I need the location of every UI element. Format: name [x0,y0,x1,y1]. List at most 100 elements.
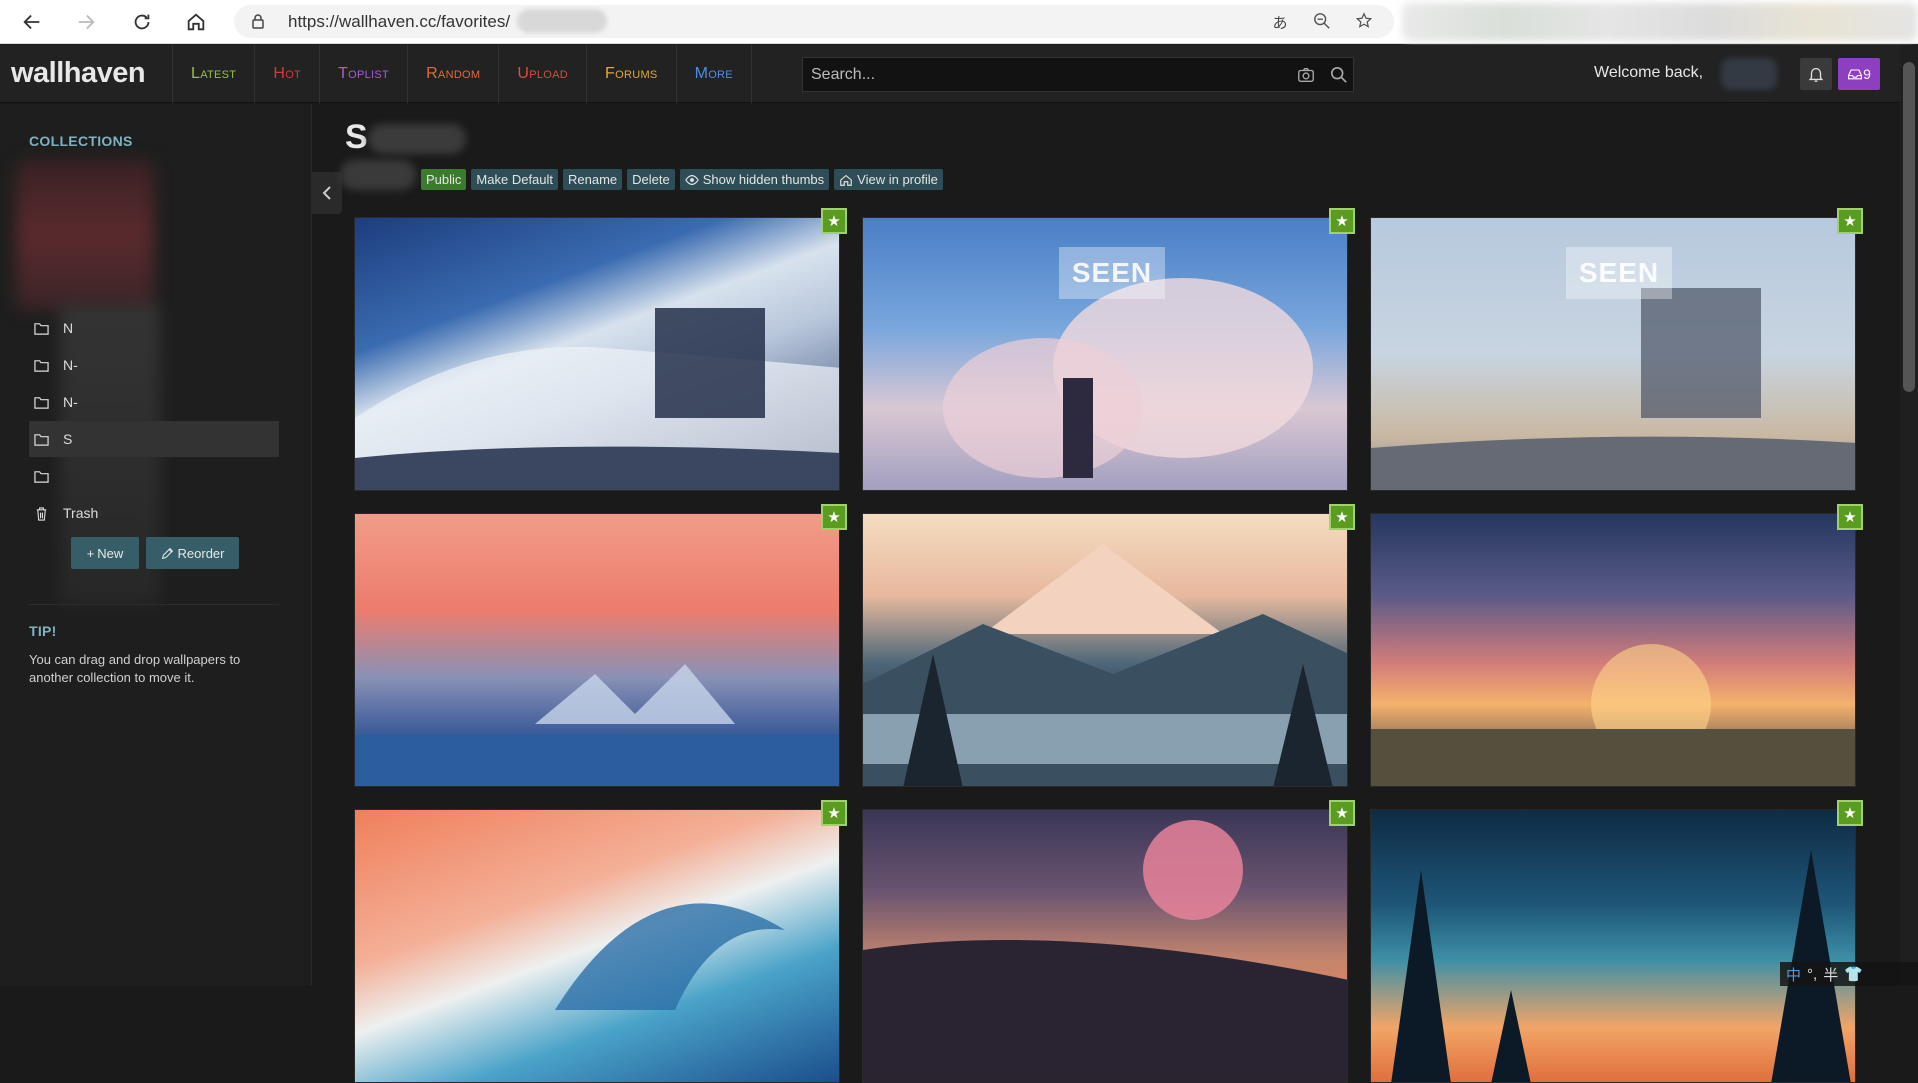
collection-item[interactable]: N [29,310,279,346]
search-icon[interactable] [1328,64,1350,86]
seen-badge: SEEN [1059,247,1165,299]
inbox-button[interactable]: 9 [1838,58,1880,90]
rename-button[interactable]: Rename [563,169,623,190]
collection-trash[interactable]: Trash [29,495,279,531]
url-text[interactable]: https://wallhaven.cc/favorites/ [288,12,510,32]
menu-upload[interactable]: Upload [498,45,586,103]
wallpaper-thumb[interactable] [1370,809,1856,1083]
search-bar [802,57,1354,92]
collection-item-active[interactable]: S [29,421,279,457]
star-icon[interactable]: ★ [821,800,847,826]
folder-icon [34,433,49,446]
seen-badge: SEEN [1566,247,1672,299]
wallpaper-thumb[interactable] [354,217,840,491]
logo[interactable]: wallhaven [11,57,146,90]
divider [29,604,279,605]
ime-lang[interactable]: 中 [1786,964,1801,985]
back-arrow-icon[interactable] [16,6,48,38]
wallpaper-thumb[interactable] [354,513,840,787]
wallpaper-image [355,308,839,490]
forward-arrow-icon[interactable] [70,6,102,38]
eye-icon [684,174,699,185]
collection-label: N [63,320,74,336]
menu-toplist[interactable]: Toplist [319,45,407,103]
sidebar: COLLECTIONS N N- N- S Trash + New Reorde… [0,104,312,986]
wallpaper-thumb[interactable] [1370,513,1856,787]
make-default-button[interactable]: Make Default [471,169,559,190]
collection-item[interactable]: N- [29,347,279,383]
folder-icon [34,396,49,409]
welcome-text: Welcome back, [1594,64,1704,81]
collections-heading: COLLECTIONS [29,133,133,149]
scrollbar-thumb[interactable] [1903,62,1915,392]
wallpaper-image [1371,644,1855,786]
home-icon[interactable] [180,6,212,38]
ime-shirt-icon[interactable]: 👕 [1844,965,1863,983]
translate-icon[interactable]: あ [1270,12,1290,32]
folder-icon [34,470,49,483]
username-blur[interactable] [1721,58,1777,90]
collection-label: N- [63,394,78,410]
favorite-add-icon[interactable] [1354,12,1374,32]
main-menu: Latest Hot Toplist Random Upload Forums … [172,45,752,103]
camera-icon[interactable] [1295,64,1317,86]
site-header: wallhaven Latest Hot Toplist Random Uplo… [0,45,1900,103]
wallpaper-thumb[interactable]: SEEN [862,217,1348,491]
inbox-count: 9 [1863,66,1871,82]
wallpaper-thumb[interactable] [862,513,1348,787]
ime-width[interactable]: 半 [1823,964,1838,985]
collection-title: S [345,118,368,156]
wallpaper-thumb[interactable]: SEEN [1370,217,1856,491]
zoom-icon[interactable] [1312,12,1332,32]
collapse-sidebar-button[interactable] [312,172,342,214]
public-toggle[interactable]: Public [421,169,467,190]
lock-icon[interactable] [250,13,266,29]
menu-more[interactable]: More [675,45,752,103]
menu-random[interactable]: Random [407,45,498,103]
wallpaper-image [355,664,839,786]
browser-extensions-blur [1402,3,1918,41]
view-in-profile-button[interactable]: View in profile [834,169,943,190]
collection-actions: Public Make Default Rename Delete Show h… [421,169,943,190]
folder-icon [34,322,49,335]
reload-icon[interactable] [126,6,158,38]
ime-indicator[interactable]: 中 °, 半 👕 [1780,962,1918,986]
redacted-blur [340,160,416,190]
star-icon[interactable]: ★ [1329,800,1355,826]
star-icon[interactable]: ★ [1837,208,1863,234]
trash-label: Trash [63,505,99,521]
menu-hot[interactable]: Hot [254,45,319,103]
wallpaper-image [863,820,1347,1082]
trash-icon [36,506,47,521]
home-icon [840,174,852,186]
plus-icon: + [86,545,95,561]
new-collection-button[interactable]: + New [71,537,139,569]
show-hidden-label: Show hidden thumbs [702,172,825,187]
show-hidden-thumbs-button[interactable]: Show hidden thumbs [679,169,830,190]
ime-punct[interactable]: °, [1807,966,1817,983]
search-input[interactable] [803,58,1273,91]
star-icon[interactable]: ★ [821,208,847,234]
redacted-blur [517,9,607,33]
delete-button[interactable]: Delete [627,169,675,190]
star-icon[interactable]: ★ [821,504,847,530]
tip-heading: TIP! [29,623,57,639]
tip-text: You can drag and drop wallpapers to anot… [29,652,241,685]
new-button-label: New [97,545,124,561]
reorder-button[interactable]: Reorder [146,537,239,569]
wallpaper-image [1391,850,1851,1082]
star-icon[interactable]: ★ [1329,208,1355,234]
folder-icon [34,359,49,372]
star-icon[interactable]: ★ [1329,504,1355,530]
wallpaper-image [555,903,785,1010]
star-icon[interactable]: ★ [1837,800,1863,826]
wallpaper-thumb[interactable] [862,809,1348,1083]
wallpaper-thumb[interactable] [354,809,840,1083]
menu-latest[interactable]: Latest [172,45,254,103]
bell-icon[interactable] [1800,58,1832,90]
address-bar[interactable]: https://wallhaven.cc/favorites/ あ [234,5,1394,38]
collection-item[interactable] [29,458,279,494]
collection-item[interactable]: N- [29,384,279,420]
star-icon[interactable]: ★ [1837,504,1863,530]
menu-forums[interactable]: Forums [586,45,676,103]
